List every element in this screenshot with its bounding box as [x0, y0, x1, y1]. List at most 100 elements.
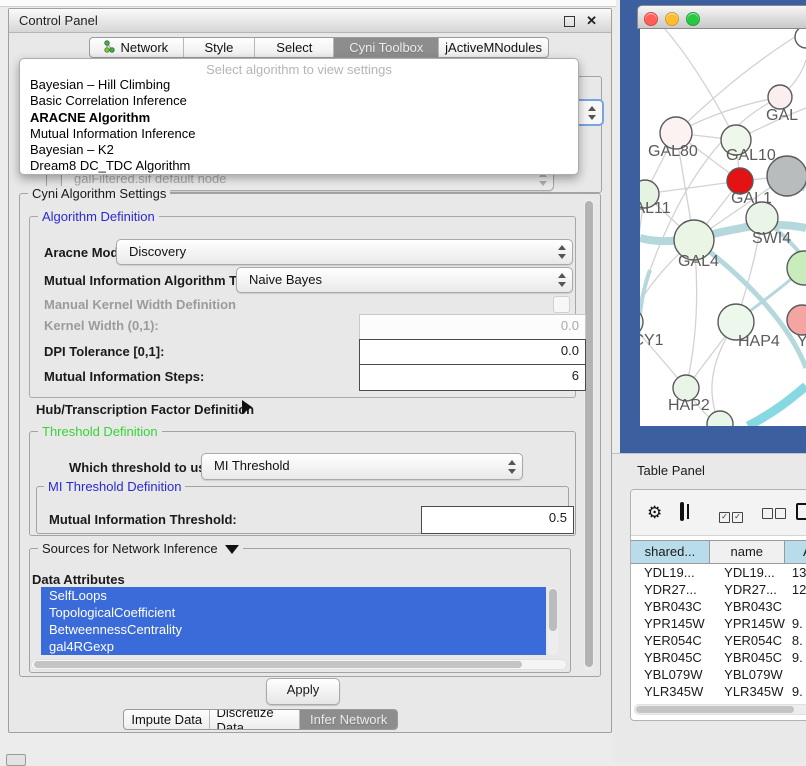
mac-minimize-icon[interactable]	[665, 12, 679, 26]
algorithm-option[interactable]: Bayesian – Hill Climbing	[20, 77, 578, 93]
table-cell: YLR345W	[711, 683, 788, 700]
network-node[interactable]	[768, 85, 792, 109]
hub-section-label[interactable]: Hub/Transcription Factor Definition	[36, 402, 254, 417]
table-header-row: shared...nameA	[631, 540, 806, 564]
attributes-hscrollbar[interactable]	[31, 659, 567, 670]
columns-icon[interactable]	[680, 502, 684, 521]
tab-network[interactable]: Network	[90, 38, 184, 57]
mi-type-combobox[interactable]: Naive Bayes	[236, 267, 573, 293]
data-attributes-list: SelfLoopsTopologicalCoefficientBetweenne…	[41, 587, 546, 655]
table-cell: 13	[788, 564, 806, 581]
table-cell: YLR345W	[631, 683, 711, 700]
table-cell: 9.	[788, 683, 806, 700]
table-cell: 8.	[788, 632, 806, 649]
tab-discretize-data[interactable]: Discretize Data	[210, 710, 300, 729]
algorithm-option[interactable]: Bayesian – K2	[20, 142, 578, 158]
collapse-down-icon[interactable]	[225, 545, 239, 554]
table-cell: 12	[788, 581, 806, 598]
algorithm-popup: Select algorithm to view settings Bayesi…	[19, 58, 579, 175]
table-hscrollbar[interactable]	[634, 704, 806, 715]
table-row[interactable]: YBR043CYBR043C	[631, 598, 806, 615]
tab-cyni-toolbox[interactable]: Cyni Toolbox	[334, 38, 439, 57]
attribute-item[interactable]: gal4RGexp	[41, 638, 546, 655]
network-node[interactable]	[767, 156, 806, 196]
mac-zoom-icon[interactable]	[686, 12, 700, 26]
which-threshold-value: MI Threshold	[214, 458, 290, 473]
control-panel-tabbar: Network Style Select Cyni Toolbox jActiv…	[89, 37, 549, 58]
table-row[interactable]: YLR345WYLR345W9.	[631, 683, 806, 700]
which-threshold-combobox[interactable]: MI Threshold	[201, 453, 523, 480]
table-row[interactable]: YBR045CYBR045C9.	[631, 649, 806, 666]
network-node[interactable]	[707, 411, 733, 426]
table-row[interactable]: YDL19...YDL19...13	[631, 564, 806, 581]
network-icon	[104, 40, 116, 56]
attributes-vscrollbar[interactable]	[548, 587, 558, 655]
mac-close-icon[interactable]	[644, 12, 658, 26]
aracne-mode-combobox[interactable]: Discovery	[116, 239, 573, 265]
select-all-checkboxes-icon[interactable]: ✓✓	[719, 507, 745, 523]
deselect-all-checkboxes-icon[interactable]	[762, 507, 788, 522]
table-cell: YDR27...	[631, 581, 711, 598]
file-icon[interactable]	[796, 503, 806, 520]
attribute-item[interactable]: TopologicalCoefficient	[41, 604, 546, 621]
column-header[interactable]: A	[785, 541, 806, 563]
table-cell: YER054C	[711, 632, 788, 649]
algorithm-popup-list: Bayesian – Hill ClimbingBasic Correlatio…	[20, 77, 578, 175]
node-label: Y	[797, 333, 806, 350]
table-row[interactable]: YDR27...YDR27...12	[631, 581, 806, 598]
control-panel-title: Control Panel	[19, 13, 98, 28]
table-body: YDL19...YDL19...13YDR27...YDR27...12YBR0…	[631, 564, 806, 710]
table-panel-title: Table Panel	[637, 463, 705, 478]
algorithm-option[interactable]: Dream8 DC_TDC Algorithm	[20, 158, 578, 174]
network-canvas[interactable]: GALGAL80GAL10GAL1GAL11SWI4GAL4GCY1HAP4YH…	[640, 29, 806, 426]
control-panel-titlebar: Control Panel ✕	[9, 9, 611, 33]
node-label: GCY1	[640, 332, 664, 349]
control-panel: Control Panel ✕ Network Style Select Cyn…	[8, 8, 612, 733]
mi-threshold-field[interactable]: 0.5	[421, 506, 574, 534]
kernel-width-field: 0.0	[359, 314, 586, 341]
network-node[interactable]	[795, 29, 806, 48]
node-label: GAL11	[640, 200, 671, 217]
expand-right-icon[interactable]	[242, 400, 252, 414]
close-panel-icon[interactable]: ✕	[586, 13, 597, 29]
column-header[interactable]: name	[710, 541, 785, 563]
table-cell: 9.	[788, 615, 806, 632]
network-node[interactable]	[787, 305, 806, 335]
column-header[interactable]: shared...	[631, 541, 710, 563]
manual-kernel-label: Manual Kernel Width Definition	[44, 297, 236, 312]
table-row[interactable]: YER054CYER054C8.	[631, 632, 806, 649]
tab-style[interactable]: Style	[184, 38, 256, 57]
tab-impute-data[interactable]: Impute Data	[124, 710, 210, 729]
table-cell: YBL079W	[711, 666, 788, 683]
cyni-settings-title: Cyni Algorithm Settings	[28, 186, 170, 201]
dpi-tolerance-field[interactable]: 0.0	[359, 339, 586, 366]
table-cell: YER054C	[631, 632, 711, 649]
tab-select[interactable]: Select	[255, 38, 334, 57]
tab-network-label: Network	[120, 40, 168, 55]
algorithm-option[interactable]: ARACNE Algorithm	[20, 110, 578, 126]
table-cell: YDL19...	[631, 564, 711, 581]
table-row[interactable]: YPR145WYPR145W9.	[631, 615, 806, 632]
node-label: GAL4	[678, 253, 719, 270]
mi-steps-field[interactable]: 6	[359, 364, 586, 391]
mi-threshold-title: MI Threshold Definition	[44, 479, 185, 494]
collapsed-panel-icon[interactable]	[6, 754, 26, 766]
attribute-item[interactable]: BetweennessCentrality	[41, 621, 546, 638]
top-strip	[0, 0, 616, 7]
apply-button[interactable]: Apply	[266, 678, 340, 705]
dpi-tolerance-label: DPI Tolerance [0,1]:	[44, 344, 164, 359]
settings-scrollbar[interactable]	[584, 199, 594, 671]
table-row[interactable]: YBL079WYBL079W	[631, 666, 806, 683]
bottom-tabbar: Impute Data Discretize Data Infer Networ…	[123, 709, 398, 730]
attribute-item[interactable]: SelfLoops	[41, 587, 546, 604]
tab-jactivemnodules[interactable]: jActiveMNodules	[439, 38, 548, 57]
algorithm-option[interactable]: Basic Correlation Inference	[20, 93, 578, 109]
manual-kernel-checkbox[interactable]	[553, 296, 570, 313]
network-window-titlebar[interactable]	[637, 5, 806, 29]
algorithm-option[interactable]: Mutual Information Inference	[20, 126, 578, 142]
gear-icon[interactable]: ⚙	[647, 504, 662, 521]
tab-infer-network[interactable]: Infer Network	[300, 710, 397, 729]
aracne-mode-value: Discovery	[129, 244, 186, 259]
float-window-icon[interactable]	[564, 16, 575, 27]
table-cell	[788, 666, 806, 683]
